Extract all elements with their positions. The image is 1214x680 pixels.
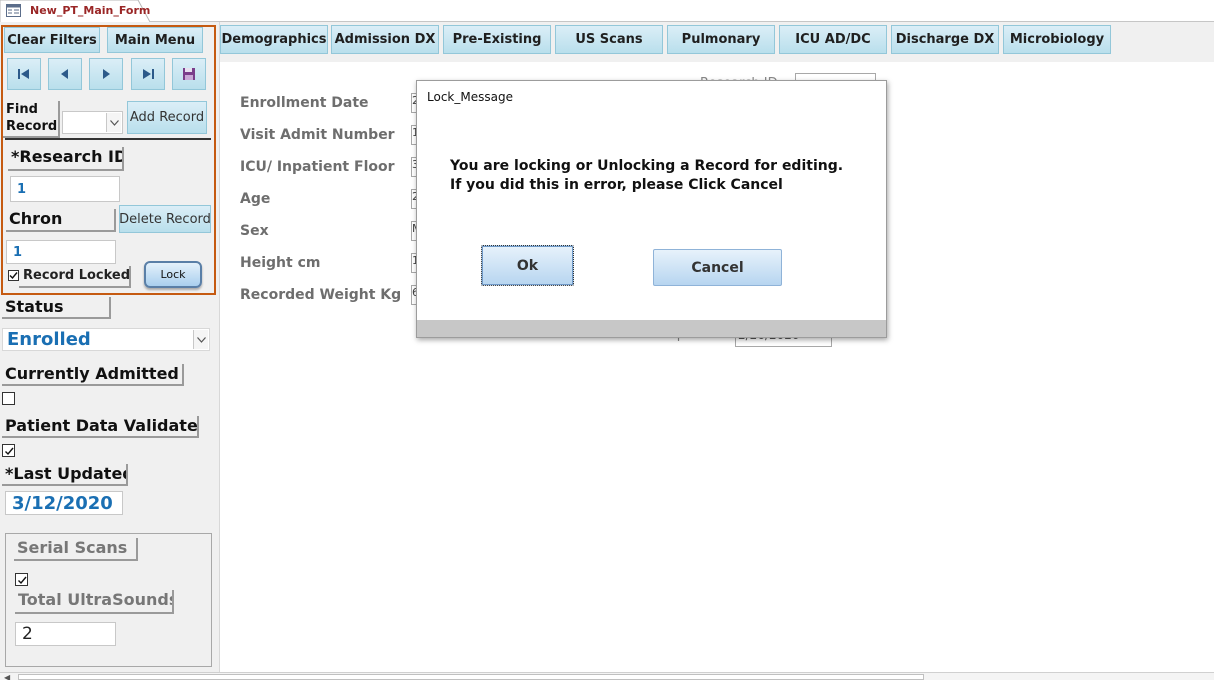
- sex-label: Sex: [240, 223, 269, 239]
- next-record-button[interactable]: [89, 58, 123, 90]
- left-control-panel: Clear Filters Main Menu Find Record Add …: [0, 22, 220, 672]
- document-tab-label: New_PT_Main_Form: [30, 4, 151, 17]
- add-record-button[interactable]: Add Record: [127, 101, 207, 134]
- checkmark-icon: [5, 447, 14, 456]
- clear-filters-button[interactable]: Clear Filters: [4, 27, 100, 53]
- chron-field[interactable]: 1: [6, 240, 116, 264]
- age-label: Age: [240, 191, 271, 207]
- currently-admitted-checkbox[interactable]: [2, 392, 15, 405]
- status-value: Enrolled: [7, 329, 91, 350]
- record-locked-label: Record Locked: [19, 266, 131, 288]
- save-record-icon: [183, 68, 195, 80]
- tab-pre-existing[interactable]: Pre-Existing: [443, 25, 551, 54]
- lock-message-dialog: Lock_Message You are locking or Unlockin…: [416, 80, 887, 338]
- record-locked-control: Record Locked: [5, 266, 131, 288]
- serial-scans-checkbox[interactable]: [15, 573, 28, 586]
- patient-data-validated-label: Patient Data Validated: [2, 416, 199, 438]
- tab-us-scans[interactable]: US Scans: [555, 25, 663, 54]
- form-icon: [6, 4, 21, 17]
- last-record-button[interactable]: [131, 58, 165, 90]
- record-locked-checkbox[interactable]: [7, 269, 19, 281]
- tab-admission-dx[interactable]: Admission DX: [331, 25, 439, 54]
- horizontal-scrollbar[interactable]: ◀: [0, 672, 1214, 680]
- next-record-icon: [103, 69, 110, 79]
- chevron-down-icon[interactable]: [106, 113, 121, 132]
- icu-inpatient-floor-label: ICU/ Inpatient Floor: [240, 159, 395, 175]
- chevron-down-icon[interactable]: [193, 330, 208, 349]
- last-record-icon: [143, 69, 154, 79]
- last-updated-field[interactable]: 3/12/2020: [5, 491, 123, 515]
- last-updated-label: *Last Updated: [2, 464, 128, 486]
- ok-button[interactable]: Ok: [481, 245, 574, 286]
- recorded-weight-label: Recorded Weight Kg: [240, 287, 402, 303]
- previous-record-button[interactable]: [48, 58, 82, 90]
- tab-icu-ad-dc[interactable]: ICU AD/DC: [779, 25, 887, 54]
- dialog-message-line-1: You are locking or Unlocking a Record fo…: [450, 158, 844, 174]
- checkmark-icon: [8, 270, 19, 281]
- panel-divider: [5, 138, 211, 140]
- checkmark-icon: [18, 576, 27, 585]
- total-ultrasounds-field[interactable]: 2: [15, 622, 116, 646]
- tab-pulmonary[interactable]: Pulmonary: [667, 25, 775, 54]
- first-record-button[interactable]: [7, 58, 41, 90]
- save-record-button[interactable]: [172, 58, 206, 90]
- document-tab-strip: New_PT_Main_Form: [0, 0, 1214, 22]
- currently-admitted-label: Currently Admitted: [2, 364, 184, 386]
- patient-data-validated-checkbox[interactable]: [2, 444, 15, 457]
- research-id-label: *Research ID: [8, 147, 124, 171]
- find-record-label: Find Record: [3, 101, 60, 138]
- find-record-combo[interactable]: [62, 111, 123, 134]
- height-label: Height cm: [240, 255, 321, 271]
- dialog-message-line-2: If you did this in error, please Click C…: [450, 177, 783, 193]
- visit-admit-number-label: Visit Admit Number: [240, 127, 395, 143]
- tab-discharge-dx[interactable]: Discharge DX: [891, 25, 999, 54]
- main-menu-button[interactable]: Main Menu: [107, 27, 203, 53]
- scroll-left-icon[interactable]: ◀: [4, 673, 10, 680]
- tab-microbiology[interactable]: Microbiology: [1003, 25, 1111, 54]
- tab-demographics[interactable]: Demographics: [220, 25, 328, 54]
- total-ultrasounds-label: Total UltraSounds: [15, 590, 174, 614]
- first-record-icon: [18, 69, 29, 79]
- status-label: Status: [2, 297, 111, 319]
- chron-label: Chron: [6, 209, 116, 232]
- lock-button[interactable]: Lock: [144, 261, 202, 288]
- delete-record-button[interactable]: Delete Record: [119, 205, 211, 233]
- document-tab[interactable]: New_PT_Main_Form: [0, 0, 150, 22]
- previous-record-icon: [61, 69, 68, 79]
- cancel-button[interactable]: Cancel: [653, 249, 782, 286]
- enrollment-date-label: Enrollment Date: [240, 95, 369, 111]
- research-id-field[interactable]: 1: [10, 176, 120, 202]
- dialog-footer: [417, 320, 886, 337]
- dialog-title: Lock_Message: [427, 90, 513, 104]
- serial-scans-label: Serial Scans: [14, 538, 138, 561]
- scrollbar-thumb[interactable]: [18, 674, 924, 680]
- status-combo[interactable]: Enrolled: [2, 328, 210, 351]
